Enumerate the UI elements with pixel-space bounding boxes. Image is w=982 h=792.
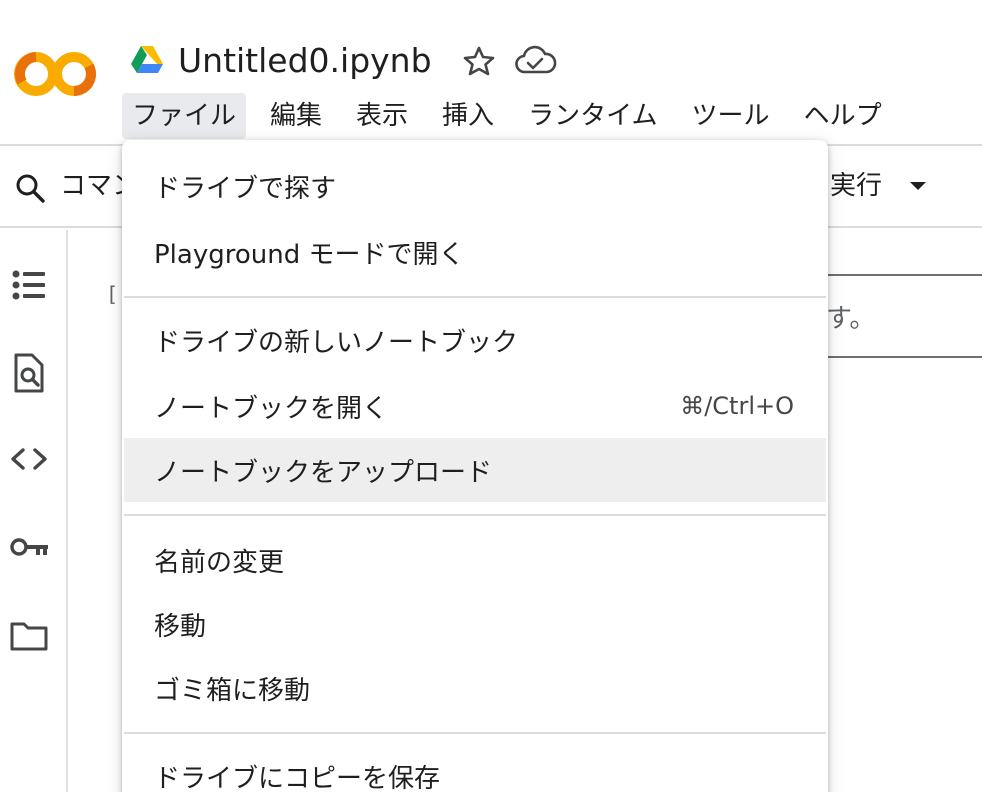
caret-down-icon[interactable] (906, 178, 930, 194)
menu-item-label: 名前の変更 (154, 547, 285, 578)
run-all-button[interactable]: 実行 (830, 166, 882, 206)
menu-item-label: 移動 (154, 611, 207, 642)
star-outline-icon[interactable] (462, 44, 496, 78)
menu-item-rename[interactable]: 名前の変更 (124, 528, 826, 592)
menu-file[interactable]: ファイル (122, 93, 247, 139)
menu-item-label: ドライブにコピーを保存 (154, 763, 441, 792)
table-of-contents-icon[interactable] (8, 264, 50, 306)
menu-separator (124, 732, 826, 734)
menu-help[interactable]: ヘルプ (794, 93, 892, 139)
notebook-title[interactable]: Untitled0.ipynb (178, 38, 432, 84)
cell-placeholder-text: す。 (826, 304, 876, 334)
file-menu-dropdown: ドライブで探す Playground モードで開く ドライブの新しいノートブック… (122, 140, 828, 792)
menu-edit[interactable]: 編集 (260, 93, 332, 139)
menu-item-open-playground[interactable]: Playground モードで開く (124, 220, 826, 284)
menu-item-move[interactable]: 移動 (124, 592, 826, 656)
menu-item-label: ドライブで探す (154, 173, 337, 204)
menu-bar: ファイル 編集 表示 挿入 ランタイム ツール ヘルプ (122, 92, 906, 140)
folder-icon[interactable] (8, 614, 50, 656)
menu-item-upload-notebook[interactable]: ノートブックをアップロード (124, 438, 826, 502)
menu-item-label: ゴミ箱に移動 (154, 675, 311, 706)
menu-view[interactable]: 表示 (346, 93, 418, 139)
menu-insert[interactable]: 挿入 (432, 93, 504, 139)
left-sidebar (0, 230, 66, 792)
colab-logo-icon[interactable] (14, 46, 98, 102)
sidebar-divider (66, 230, 68, 792)
menu-item-label: ノートブックを開く (154, 393, 389, 424)
menu-item-label: Playground モードで開く (154, 239, 465, 270)
menu-item-open-notebook[interactable]: ノートブックを開く ⌘/Ctrl+O (124, 374, 826, 438)
menu-item-new-notebook[interactable]: ドライブの新しいノートブック (124, 308, 826, 372)
menu-separator (124, 296, 826, 298)
menu-tools[interactable]: ツール (682, 93, 780, 139)
menu-separator (124, 514, 826, 516)
find-in-file-icon[interactable] (8, 352, 50, 394)
menu-item-label: ドライブの新しいノートブック (154, 327, 519, 358)
cloud-saved-icon[interactable] (514, 44, 558, 78)
colab-window: Untitled0.ipynb ファイル 編集 表示 挿入 ランタイム ツール … (0, 0, 982, 792)
menu-item-locate-in-drive[interactable]: ドライブで探す (124, 154, 826, 218)
search-icon[interactable] (14, 172, 46, 204)
secrets-key-icon[interactable] (8, 526, 50, 568)
menu-item-move-to-trash[interactable]: ゴミ箱に移動 (124, 656, 826, 720)
code-snippets-icon[interactable] (8, 438, 50, 480)
menu-item-shortcut: ⌘/Ctrl+O (680, 392, 794, 420)
menu-item-save-copy-in-drive[interactable]: ドライブにコピーを保存 (124, 744, 826, 792)
cell-run-bracket: [ (106, 282, 119, 306)
menu-item-label: ノートブックをアップロード (154, 457, 493, 488)
menu-runtime[interactable]: ランタイム (518, 93, 667, 139)
google-drive-icon[interactable] (130, 44, 164, 74)
